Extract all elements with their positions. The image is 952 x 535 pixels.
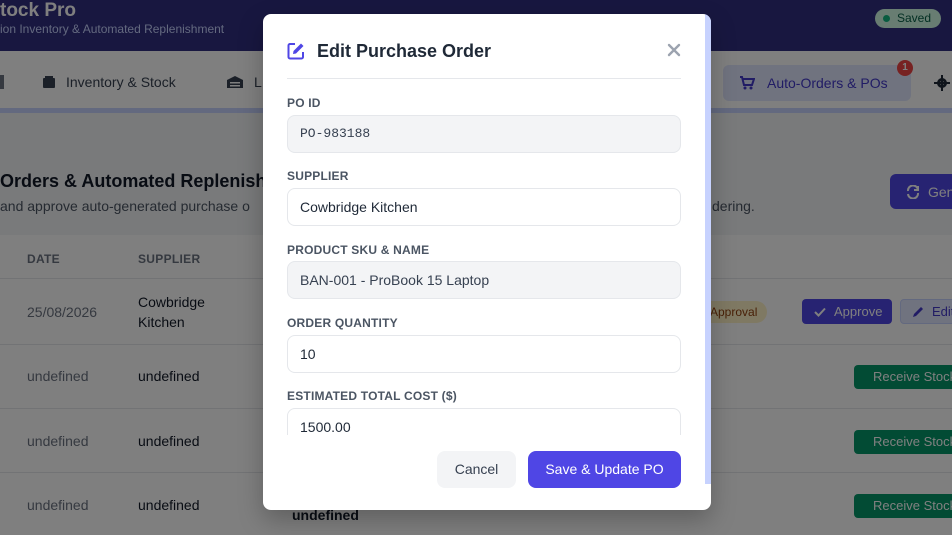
cancel-button[interactable]: Cancel <box>437 451 516 488</box>
po-id-field[interactable]: PO-983188 <box>287 115 681 153</box>
cost-field[interactable]: 1500.00 <box>287 408 681 435</box>
close-icon[interactable] <box>667 43 681 57</box>
cost-label: ESTIMATED TOTAL COST ($) <box>287 389 457 403</box>
quantity-label: ORDER QUANTITY <box>287 316 398 330</box>
quantity-field[interactable]: 10 <box>287 335 681 373</box>
modal-scrollbar[interactable] <box>705 14 711 484</box>
save-update-po-button[interactable]: Save & Update PO <box>528 451 681 488</box>
product-label: PRODUCT SKU & NAME <box>287 243 430 257</box>
edit-po-modal: Edit Purchase Order PO ID PO-983188 SUPP… <box>263 14 711 510</box>
modal-title: Edit Purchase Order <box>317 41 492 61</box>
modal-body: PO ID PO-983188 SUPPLIER Cowbridge Kitch… <box>287 79 681 435</box>
po-id-label: PO ID <box>287 96 321 110</box>
modal-footer: Cancel Save & Update PO <box>263 435 711 510</box>
supplier-field[interactable]: Cowbridge Kitchen <box>287 188 681 226</box>
modal-header: Edit Purchase Order <box>287 14 681 79</box>
product-field[interactable]: BAN-001 - ProBook 15 Laptop <box>287 261 681 299</box>
supplier-label: SUPPLIER <box>287 169 349 183</box>
edit-icon <box>287 43 304 60</box>
